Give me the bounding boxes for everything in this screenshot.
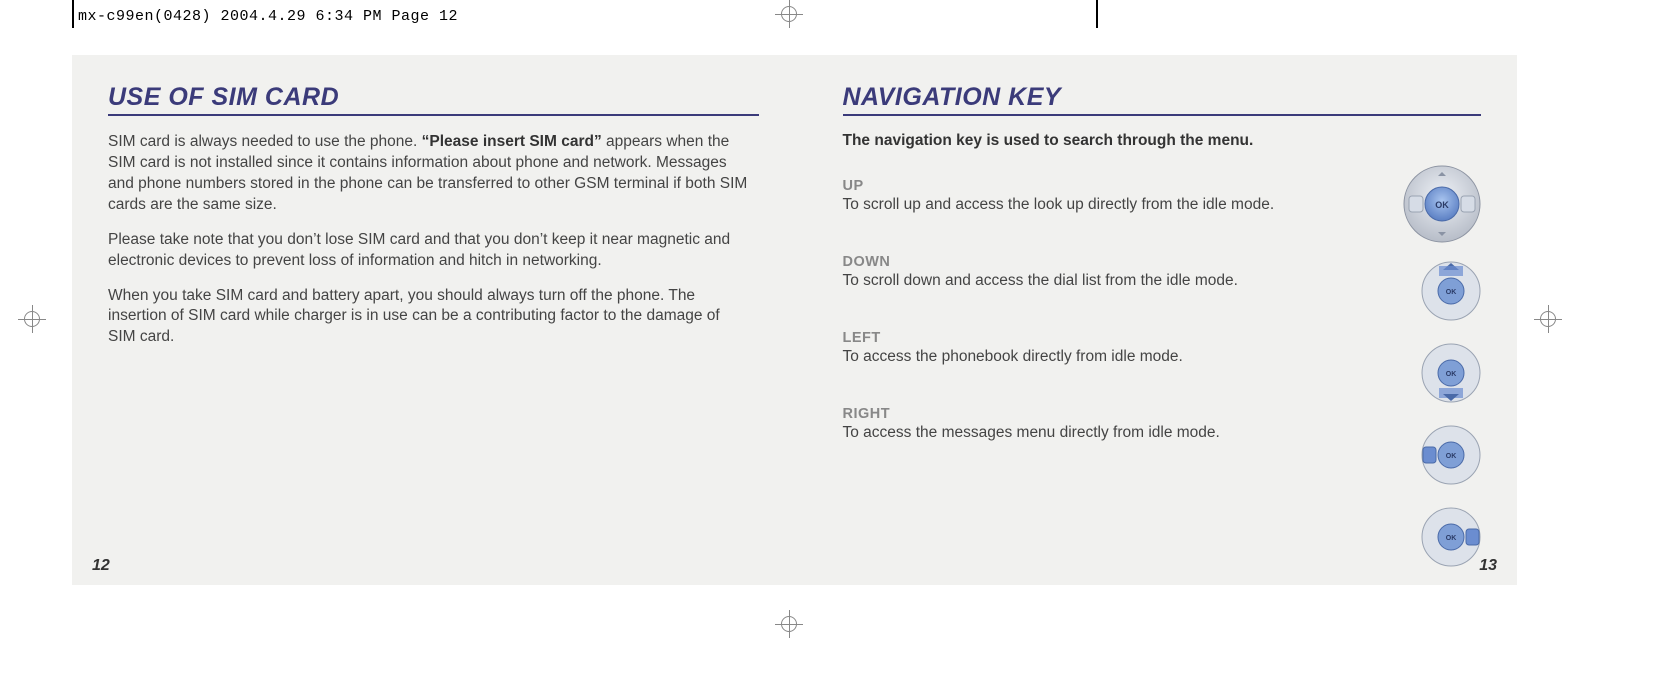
svg-text:OK: OK: [1435, 200, 1449, 210]
svg-text:OK: OK: [1446, 535, 1457, 542]
svg-text:OK: OK: [1446, 289, 1457, 296]
nav-item-right: RIGHT To access the messages menu direct…: [843, 406, 1363, 442]
page-number-left: 12: [92, 557, 110, 575]
sim-body: SIM card is always needed to use the pho…: [108, 132, 748, 348]
page-left: USE OF SIM CARD SIM card is always neede…: [72, 55, 795, 585]
nav-down-label: DOWN: [843, 254, 1363, 270]
crop-top-left: [72, 0, 74, 28]
nav-lead: The navigation key is used to search thr…: [843, 132, 1363, 150]
registration-left: [18, 305, 46, 333]
navpad-icon-left: OK: [1421, 425, 1481, 485]
heading-nav: NAVIGATION KEY: [843, 83, 1482, 116]
crop-top-right: [1096, 0, 1098, 28]
nav-left-label: LEFT: [843, 330, 1363, 346]
nav-down-desc: To scroll down and access the dial list …: [843, 272, 1363, 290]
svg-text:OK: OK: [1446, 453, 1457, 460]
sim-p1: SIM card is always needed to use the pho…: [108, 132, 748, 216]
nav-right-label: RIGHT: [843, 406, 1363, 422]
navpad-icon-up: OK: [1421, 261, 1481, 321]
navpad-icon-right: OK: [1421, 507, 1481, 567]
printer-slug: mx-c99en(0428) 2004.4.29 6:34 PM Page 12: [78, 8, 458, 25]
svg-text:OK: OK: [1446, 371, 1457, 378]
page-spread: USE OF SIM CARD SIM card is always neede…: [72, 55, 1517, 585]
sim-p1-prefix: SIM card is always needed to use the pho…: [108, 133, 422, 150]
nav-item-left: LEFT To access the phonebook directly fr…: [843, 330, 1363, 366]
sim-p1-bold: “Please insert SIM card”: [422, 133, 602, 150]
nav-right-desc: To access the messages menu directly fro…: [843, 424, 1363, 442]
navpad-icon-main: OK: [1403, 165, 1481, 243]
heading-sim: USE OF SIM CARD: [108, 83, 759, 116]
page-right: NAVIGATION KEY The navigation key is use…: [795, 55, 1518, 585]
registration-right: [1534, 305, 1562, 333]
registration-top-center: [775, 0, 803, 28]
nav-item-down: DOWN To scroll down and access the dial …: [843, 254, 1363, 290]
nav-item-up: UP To scroll up and access the look up d…: [843, 178, 1363, 214]
sim-p2: Please take note that you don’t lose SIM…: [108, 230, 748, 272]
nav-left-desc: To access the phonebook directly from id…: [843, 348, 1363, 366]
navpad-icon-down: OK: [1421, 343, 1481, 403]
page-number-right: 13: [1479, 557, 1497, 575]
nav-up-desc: To scroll up and access the look up dire…: [843, 196, 1363, 214]
sim-p3: When you take SIM card and battery apart…: [108, 286, 748, 349]
nav-up-label: UP: [843, 178, 1363, 194]
registration-bottom-center: [775, 610, 803, 638]
